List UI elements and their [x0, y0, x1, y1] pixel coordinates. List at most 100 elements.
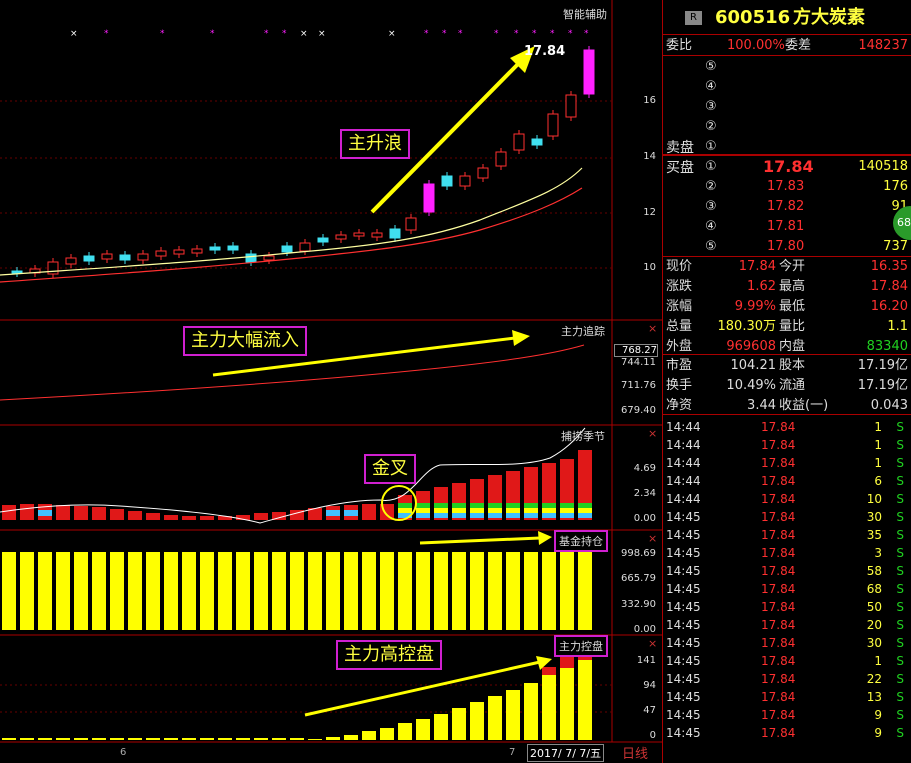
panel2-tick: 679.40 [621, 405, 656, 416]
buy-level-index: ① [705, 159, 717, 174]
season-bar [2, 505, 16, 520]
stat-label: 股本 [779, 358, 806, 373]
fund-bar [560, 552, 574, 630]
stat-row: 涨幅 9.99% 最低 16.20 [663, 297, 911, 316]
fund-bar [20, 552, 34, 630]
fund-arrow [419, 536, 541, 545]
stat-label: 涨跌 [666, 279, 693, 294]
season-bar [542, 513, 556, 518]
tick-row: 14:45 17.84 30 S [663, 508, 911, 526]
stat-value: 3.44 [747, 398, 776, 413]
panel3-close-icon[interactable]: × [648, 427, 657, 440]
signal-marker: * [458, 29, 463, 39]
season-bar [542, 503, 556, 508]
panel5-tick: 94 [643, 680, 656, 691]
buy-level-price: 17.84 [763, 157, 814, 176]
fund-bar [524, 552, 538, 630]
tick-price: 17.84 [761, 546, 796, 560]
tick-side: S [896, 564, 904, 578]
tick-row: 14:44 17.84 1 S [663, 454, 911, 472]
panel4-tick: 665.79 [621, 573, 656, 584]
annotation-main-wave: 主升浪 [340, 129, 410, 159]
tick-side: S [896, 690, 904, 704]
stat-value: 180.30万 [717, 319, 777, 334]
annotation-golden-cross: 金叉 [364, 454, 416, 484]
tick-time: 14:45 [666, 654, 701, 668]
control-bar [74, 738, 88, 740]
fund-bar [542, 552, 556, 630]
stat-row: 市盈 104.21 股本 17.19亿 [663, 356, 911, 375]
control-bar [236, 738, 250, 740]
tick-side: S [896, 510, 904, 524]
tick-volume: 9 [874, 708, 882, 722]
tick-time: 14:44 [666, 456, 701, 470]
season-bar [452, 508, 466, 513]
candle [299, 242, 311, 252]
season-bar [434, 513, 448, 518]
stat-label: 净资 [666, 398, 693, 413]
buy-level-price: 17.81 [767, 219, 805, 234]
sell-level-index: ③ [705, 99, 717, 114]
candle [191, 248, 203, 254]
control-bar [470, 702, 484, 740]
stat-value: 0.043 [870, 398, 908, 413]
panel4-close-icon[interactable]: × [648, 532, 657, 545]
control-bar [38, 738, 52, 740]
control-bar [308, 739, 322, 740]
season-bar [506, 503, 520, 508]
tick-time: 14:45 [666, 564, 701, 578]
tick-price: 17.84 [761, 492, 796, 506]
fund-bar [128, 552, 142, 630]
fund-bar [218, 552, 232, 630]
tick-time: 14:45 [666, 600, 701, 614]
chart-area[interactable]: × * * * * * × × × * * * * * * * * * 6 7 智能辅助 17.84 主升浪 16… [0, 0, 662, 763]
buy-level-row: ② 17.83 176 [663, 177, 911, 196]
svg-text:6: 6 [120, 747, 126, 758]
candle [11, 270, 23, 274]
stat-value: 10.49% [726, 378, 776, 393]
candle [353, 232, 365, 237]
assist-label: 智能辅助 [563, 8, 607, 21]
candle [173, 249, 185, 255]
season-bar [578, 513, 592, 518]
season-bar [470, 513, 484, 518]
tick-time: 14:44 [666, 420, 701, 434]
tick-side: S [896, 474, 904, 488]
period-label[interactable]: 日线 [622, 743, 648, 762]
candle [335, 234, 347, 240]
tick-row: 14:45 17.84 50 S [663, 598, 911, 616]
season-bar [524, 508, 538, 513]
stat-value: 16.35 [870, 259, 908, 274]
tick-time: 14:44 [666, 474, 701, 488]
season-bar [164, 515, 178, 520]
tick-price: 17.84 [761, 474, 796, 488]
tick-price: 17.84 [761, 708, 796, 722]
tick-time: 14:45 [666, 636, 701, 650]
season-bar [470, 503, 484, 508]
buy-level-volume: 737 [883, 239, 908, 254]
buy-level-index: ③ [705, 199, 717, 214]
panel2-close-icon[interactable]: × [648, 322, 657, 335]
sell-level-index: ② [705, 119, 717, 134]
tick-price: 17.84 [761, 672, 796, 686]
control-bar [380, 728, 394, 740]
stat-label: 总量 [666, 319, 693, 334]
season-bar [362, 504, 376, 520]
buy-level-row: ① 17.84 140518 [663, 157, 911, 176]
panel4-tick: 998.69 [621, 548, 656, 559]
panel5-close-icon[interactable]: × [648, 637, 657, 650]
tick-volume: 20 [866, 618, 882, 632]
stat-value: 17.19亿 [857, 358, 908, 373]
stat-value: 1.62 [747, 279, 776, 294]
tick-volume: 9 [874, 726, 882, 740]
fund-bar [164, 552, 178, 630]
signal-marker: * [584, 29, 589, 39]
stat-label: 今开 [779, 259, 806, 274]
signal-marker: * [442, 29, 447, 39]
control-bar [2, 738, 16, 740]
weibi-label: 委比 [666, 38, 693, 53]
stat-row: 现价 17.84 今开 16.35 [663, 257, 911, 276]
candle [119, 254, 131, 261]
season-bar [92, 507, 106, 520]
tick-side: S [896, 492, 904, 506]
